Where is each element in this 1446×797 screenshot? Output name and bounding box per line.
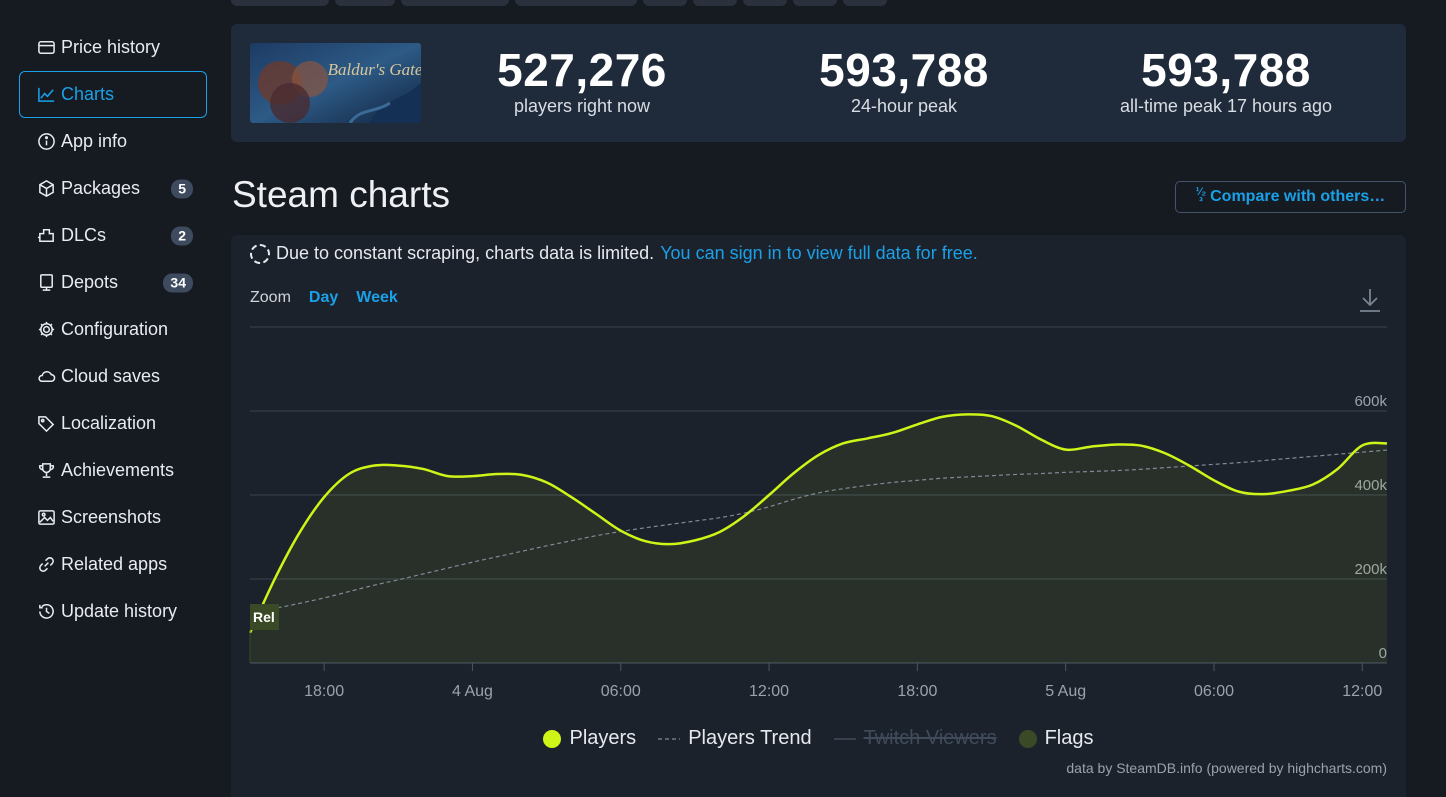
sidebar-item-label: Related apps bbox=[61, 554, 168, 574]
compare-label: Compare with others… bbox=[1210, 188, 1386, 205]
x-tick-label: 18:00 bbox=[304, 683, 344, 700]
top-tab[interactable] bbox=[643, 0, 687, 6]
sidebar-item-label: Cloud saves bbox=[61, 366, 161, 386]
x-tick-label: 5 Aug bbox=[1045, 683, 1086, 700]
sidebar-item-depots[interactable]: Depots 34 bbox=[19, 259, 207, 306]
chart-line-icon bbox=[36, 85, 56, 105]
x-tick-label: 18:00 bbox=[897, 683, 937, 700]
sidebar-item-price-history[interactable]: Price history bbox=[19, 24, 207, 71]
players-area bbox=[250, 414, 1387, 663]
sidebar-item-dlcs[interactable]: DLCs 2 bbox=[19, 212, 207, 259]
top-tab[interactable] bbox=[843, 0, 887, 6]
top-tab[interactable] bbox=[743, 0, 787, 6]
depot-icon bbox=[36, 273, 56, 293]
sidebar-item-label: Update history bbox=[61, 601, 178, 621]
players-chart[interactable]: 0200k400k600k18:004 Aug06:0012:0018:005 … bbox=[231, 235, 1406, 715]
sidebar: Price history Charts App info Packages 5… bbox=[19, 24, 207, 635]
player-stats-header: Baldur's Gate 527,276 players right now … bbox=[231, 24, 1406, 142]
fraction-icon: ¹⁄₂ ³ bbox=[1195, 186, 1207, 208]
top-tab[interactable] bbox=[231, 0, 329, 6]
sidebar-item-label: Configuration bbox=[61, 319, 169, 339]
top-tab-strip bbox=[231, 0, 887, 6]
sidebar-item-label: Charts bbox=[61, 84, 115, 104]
sidebar-item-app-info[interactable]: App info bbox=[19, 118, 207, 165]
chart-credits[interactable]: data by SteamDB.info (powered by highcha… bbox=[1066, 760, 1387, 776]
sidebar-item-label: Achievements bbox=[61, 460, 175, 480]
legend-label: Twitch Viewers bbox=[863, 727, 997, 749]
legend-label: Players bbox=[569, 727, 637, 749]
count-badge: 2 bbox=[171, 226, 193, 245]
legend-label: Flags bbox=[1044, 727, 1094, 749]
dashed-line-icon bbox=[658, 737, 681, 740]
players-dot-icon bbox=[543, 729, 562, 748]
sidebar-item-label: Depots bbox=[61, 272, 119, 292]
x-tick-label: 06:00 bbox=[1194, 683, 1234, 700]
trophy-icon bbox=[36, 461, 56, 481]
x-tick-label: 12:00 bbox=[1342, 683, 1382, 700]
count-badge: 34 bbox=[163, 273, 193, 292]
sidebar-item-related-apps[interactable]: Related apps bbox=[19, 541, 207, 588]
top-tab[interactable] bbox=[401, 0, 509, 6]
top-tab[interactable] bbox=[693, 0, 737, 6]
legend-players[interactable]: Players bbox=[543, 727, 636, 750]
chart-card: Due to constant scraping, charts data is… bbox=[231, 235, 1406, 797]
cloud-icon bbox=[36, 367, 56, 387]
game-logo-text: Baldur's Gate bbox=[328, 60, 421, 79]
count-badge: 5 bbox=[171, 179, 193, 198]
tag-icon bbox=[36, 414, 56, 434]
stat-24h-peak: 593,788 24-hour peak bbox=[754, 44, 1054, 116]
sidebar-item-label: App info bbox=[61, 131, 128, 151]
chart-legend: Players Players Trend Twitch Viewers Fla… bbox=[231, 727, 1406, 750]
wallet-icon bbox=[36, 38, 56, 58]
sidebar-item-label: DLCs bbox=[61, 225, 107, 245]
sidebar-item-label: Screenshots bbox=[61, 507, 162, 527]
info-icon bbox=[36, 132, 56, 152]
sidebar-item-cloud-saves[interactable]: Cloud saves bbox=[19, 353, 207, 400]
y-tick-label: 600k bbox=[1354, 393, 1387, 410]
stat-players-now: 527,276 players right now bbox=[432, 44, 732, 116]
sidebar-item-charts[interactable]: Charts bbox=[19, 71, 207, 118]
package-icon bbox=[36, 179, 56, 199]
x-tick-label: 4 Aug bbox=[452, 683, 493, 700]
sidebar-item-label: Localization bbox=[61, 413, 157, 433]
sidebar-item-label: Packages bbox=[61, 178, 141, 198]
flags-dot-icon bbox=[1018, 729, 1037, 748]
legend-twitch-viewers[interactable]: Twitch Viewers bbox=[833, 727, 997, 750]
page-title: Steam charts bbox=[232, 174, 450, 215]
game-header-image[interactable]: Baldur's Gate bbox=[250, 43, 421, 123]
stat-label: players right now bbox=[513, 96, 651, 116]
top-tab[interactable] bbox=[515, 0, 637, 6]
sidebar-item-update-history[interactable]: Update history bbox=[19, 588, 207, 635]
compare-with-others-button[interactable]: ¹⁄₂ ³ Compare with others… bbox=[1175, 181, 1406, 213]
x-tick-label: 06:00 bbox=[601, 683, 641, 700]
dlc-icon bbox=[36, 226, 56, 246]
sidebar-item-packages[interactable]: Packages 5 bbox=[19, 165, 207, 212]
release-flag-label: Rel bbox=[253, 609, 275, 625]
stat-value: 527,276 bbox=[497, 44, 667, 96]
history-icon bbox=[36, 602, 56, 622]
link-icon bbox=[36, 555, 56, 575]
gear-icon bbox=[36, 320, 56, 340]
legend-flags[interactable]: Flags bbox=[1018, 727, 1094, 750]
sidebar-item-configuration[interactable]: Configuration bbox=[19, 306, 207, 353]
legend-label: Players Trend bbox=[688, 727, 812, 749]
stat-label: all-time peak 17 hours ago bbox=[1119, 96, 1333, 116]
stat-value: 593,788 bbox=[819, 44, 989, 96]
stat-all-time-peak: 593,788 all-time peak 17 hours ago bbox=[1076, 44, 1376, 116]
top-tab[interactable] bbox=[335, 0, 395, 6]
legend-players-trend[interactable]: Players Trend bbox=[658, 727, 812, 750]
image-icon bbox=[36, 508, 56, 528]
stat-value: 593,788 bbox=[1141, 44, 1311, 96]
sidebar-item-label: Price history bbox=[61, 37, 161, 57]
sidebar-item-screenshots[interactable]: Screenshots bbox=[19, 494, 207, 541]
sidebar-item-localization[interactable]: Localization bbox=[19, 400, 207, 447]
line-icon bbox=[833, 737, 856, 740]
top-tab[interactable] bbox=[793, 0, 837, 6]
x-tick-label: 12:00 bbox=[749, 683, 789, 700]
stat-label: 24-hour peak bbox=[850, 96, 958, 116]
sidebar-item-achievements[interactable]: Achievements bbox=[19, 447, 207, 494]
